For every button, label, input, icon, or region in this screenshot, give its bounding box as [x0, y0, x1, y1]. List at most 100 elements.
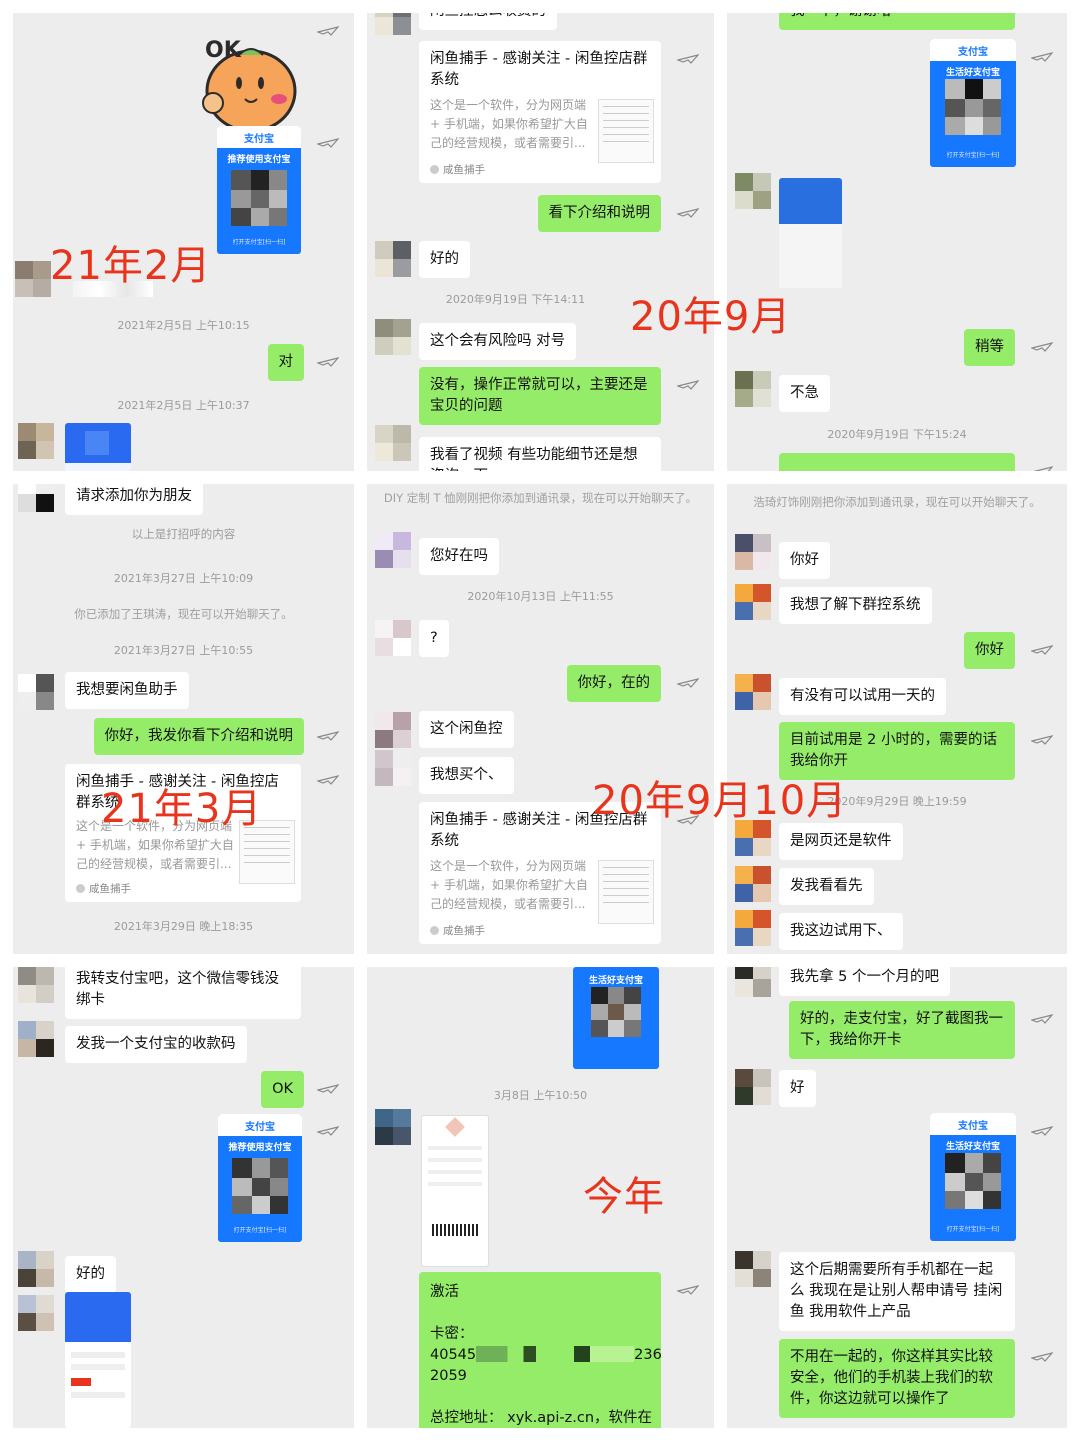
alipay-qr-image[interactable]: 支付宝 生活好支付宝 打开支付宝[扫一扫] — [930, 39, 1016, 167]
avatar[interactable] — [735, 674, 771, 710]
timestamp: 2020年10月13日 上午11:55 — [467, 590, 614, 603]
chat-panel-2: 闲鱼控怎么收费的 闲鱼捕手 - 感谢关注 - 闲鱼控店群系统 这个是一个软件，分… — [367, 13, 714, 471]
message-bubble-other[interactable]: 是网页还是软件 — [779, 823, 903, 860]
console-url-text: 总控地址： xyk.api-z.cn，软件在 — [430, 1410, 653, 1426]
timestamp: 3月8日 上午10:50 — [493, 1089, 588, 1102]
message-bubble-other[interactable]: 好 — [779, 1070, 816, 1107]
message-bubble-self[interactable]: OK — [261, 1071, 304, 1108]
message-bubble-other[interactable]: 我想要闲鱼助手 — [65, 672, 189, 709]
alipay-qr-image[interactable]: 支付宝 推荐使用支付宝 打开支付宝[扫一扫] — [218, 1114, 302, 1242]
message-bubble-other[interactable]: 有没有可以试用一天的 — [779, 678, 946, 715]
avatar[interactable] — [735, 584, 771, 620]
receipt-screenshot[interactable] — [421, 1115, 489, 1267]
message-bubble-other[interactable]: 这个闲鱼控 — [419, 711, 514, 748]
message-bubble-other[interactable]: 请求添加你为朋友 — [65, 484, 203, 515]
chat-panel-5: DIY 定制 T 恤刚刚把你添加到通讯录，现在可以开始聊天了。 您好在吗 202… — [367, 484, 714, 954]
avatar[interactable] — [735, 173, 771, 209]
message-bubble-self[interactable]: 好的，走支付宝，好了截图我一下，我给你开卡 — [789, 1001, 1015, 1059]
message-bubble-self[interactable]: 你好 — [964, 632, 1015, 669]
message-bubble-self[interactable] — [779, 453, 1015, 471]
link-card-source: 咸鱼捕手 — [430, 162, 485, 177]
message-bubble-self[interactable]: 对 — [267, 344, 304, 381]
screenshot-thumbnail[interactable] — [65, 423, 131, 471]
avatar[interactable] — [15, 261, 51, 297]
message-bubble-self[interactable]: 看下介绍和说明 — [537, 195, 661, 232]
date-label: 21年2月 — [50, 243, 212, 289]
link-card-desc: 这个是一个软件，分为网页端 + 手机端，如果你希望扩大自己的经营规模，或者需要引… — [430, 859, 588, 911]
avatar[interactable] — [18, 1251, 54, 1287]
link-card[interactable]: 闲鱼捕手 - 感谢关注 - 闲鱼控店群系统 这个是一个软件，分为网页端 + 手机… — [419, 41, 661, 183]
avatar[interactable] — [375, 13, 411, 35]
avatar[interactable] — [735, 534, 771, 570]
message-bubble-other[interactable]: 发我看看先 — [779, 868, 874, 905]
avatar[interactable] — [735, 866, 771, 902]
svg-text:OK: OK — [205, 38, 242, 63]
message-bubble-other[interactable]: 您好在吗 — [419, 538, 499, 575]
link-card-source: 咸鱼捕手 — [76, 881, 131, 896]
message-bubble-other[interactable]: 发我一个支付宝的收款码 — [65, 1026, 247, 1063]
message-bubble-self[interactable]: 你好，我发你看下介绍和说明 — [93, 718, 304, 755]
alipay-qr-image[interactable]: 生活好支付宝 — [573, 967, 659, 1069]
message-bubble-other[interactable]: ? — [419, 620, 449, 657]
avatar[interactable] — [375, 532, 411, 568]
message-bubble-self[interactable]: 没有，操作正常就可以，主要还是宝贝的问题 — [419, 367, 661, 425]
alipay-logo-text: 支付宝 — [245, 1121, 275, 1133]
link-card-thumbnail — [598, 99, 654, 163]
message-bubble-other[interactable]: 我这边试用下、 — [779, 913, 903, 950]
avatar[interactable] — [735, 1069, 771, 1105]
avatar[interactable] — [735, 1251, 771, 1287]
link-card-desc: 这个是一个软件，分为网页端 + 手机端，如果你希望扩大自己的经营规模，或者需要引… — [430, 98, 588, 150]
message-bubble-other[interactable]: 我想买个、 — [419, 757, 514, 794]
card-key-part: 40545 — [430, 1347, 477, 1363]
plane-icon — [1031, 1125, 1053, 1137]
message-bubble-other[interactable]: 我先拿 5 个一个月的吧 — [779, 967, 950, 996]
alipay-qr-image[interactable]: 支付宝 推荐使用支付宝 打开支付宝[扫一扫] — [217, 126, 301, 254]
avatar[interactable] — [375, 241, 411, 277]
avatar[interactable] — [18, 1295, 54, 1331]
avatar[interactable] — [18, 674, 54, 710]
message-bubble-self[interactable]: 激活 卡密： 40545 236 2059 总控地址： xyk.api-z.cn，… — [419, 1272, 662, 1428]
avatar[interactable] — [375, 319, 411, 355]
message-bubble-other[interactable]: 好的 — [419, 241, 470, 278]
plane-icon — [317, 774, 339, 786]
message-bubble-other[interactable]: 这个后期需要所有手机都在一起么 我现在是让别人帮申请号 挂闲鱼 我用软件上产品 — [779, 1252, 1015, 1331]
message-bubble-other[interactable]: 闲鱼控怎么收费的 — [419, 13, 557, 30]
plane-icon — [1031, 465, 1053, 471]
plane-icon — [1031, 51, 1053, 63]
plane-icon — [1031, 1013, 1053, 1025]
message-bubble-other[interactable]: 这个会有风险吗 对号 — [419, 323, 577, 360]
message-bubble-other[interactable]: 我想了解下群控系统 — [779, 587, 932, 624]
message-bubble-other[interactable]: 好的 — [65, 1256, 116, 1293]
avatar[interactable] — [18, 1021, 54, 1057]
message-bubble-self[interactable]: 你好，在的 — [566, 665, 661, 702]
avatar[interactable] — [735, 910, 771, 946]
timestamp: 2021年2月5日 上午10:15 — [117, 319, 250, 332]
avatar[interactable] — [375, 620, 411, 656]
avatar[interactable] — [18, 423, 54, 459]
avatar[interactable] — [735, 967, 771, 997]
alipay-banner: 生活好支付宝 — [945, 68, 1000, 78]
screenshot-thumbnail[interactable] — [779, 178, 842, 288]
message-bubble-other[interactable]: 你好 — [779, 542, 830, 579]
message-bubble-self[interactable]: 我一下，谢谢哈 — [779, 13, 1015, 30]
avatar[interactable] — [375, 1109, 411, 1145]
message-bubble-other[interactable]: 我转支付宝吧，这个微信零钱没绑卡 — [65, 967, 301, 1019]
alipay-qr-image[interactable]: 支付宝 生活好支付宝 打开支付宝[扫一扫] — [930, 1113, 1016, 1241]
avatar[interactable] — [375, 712, 411, 748]
alipay-logo-text: 支付宝 — [958, 46, 988, 58]
message-bubble-other[interactable]: 我看了视频 有些功能细节还是想咨询一下 — [419, 437, 661, 471]
screenshot-thumbnail[interactable] — [65, 1292, 131, 1428]
avatar[interactable] — [18, 484, 54, 512]
message-bubble-other[interactable]: 不急 — [779, 375, 830, 412]
avatar[interactable] — [18, 967, 54, 1003]
chat-panel-1: OK 支付宝 推荐使用支付宝 打开支付宝[扫一扫] 2021年2月5日 上午10… — [13, 13, 354, 471]
card-key-part: 236 — [634, 1347, 662, 1363]
message-bubble-self[interactable]: 不用在一起的，你这样其实比较安全，他们的手机装上我们的软件，你这边就可以操作了 — [779, 1339, 1015, 1418]
redaction-block — [476, 1346, 635, 1362]
avatar[interactable] — [735, 371, 771, 407]
avatar[interactable] — [375, 750, 411, 786]
avatar[interactable] — [375, 425, 411, 461]
plane-icon — [677, 207, 699, 219]
plane-icon — [317, 1125, 339, 1137]
message-bubble-self[interactable]: 稍等 — [964, 329, 1015, 366]
